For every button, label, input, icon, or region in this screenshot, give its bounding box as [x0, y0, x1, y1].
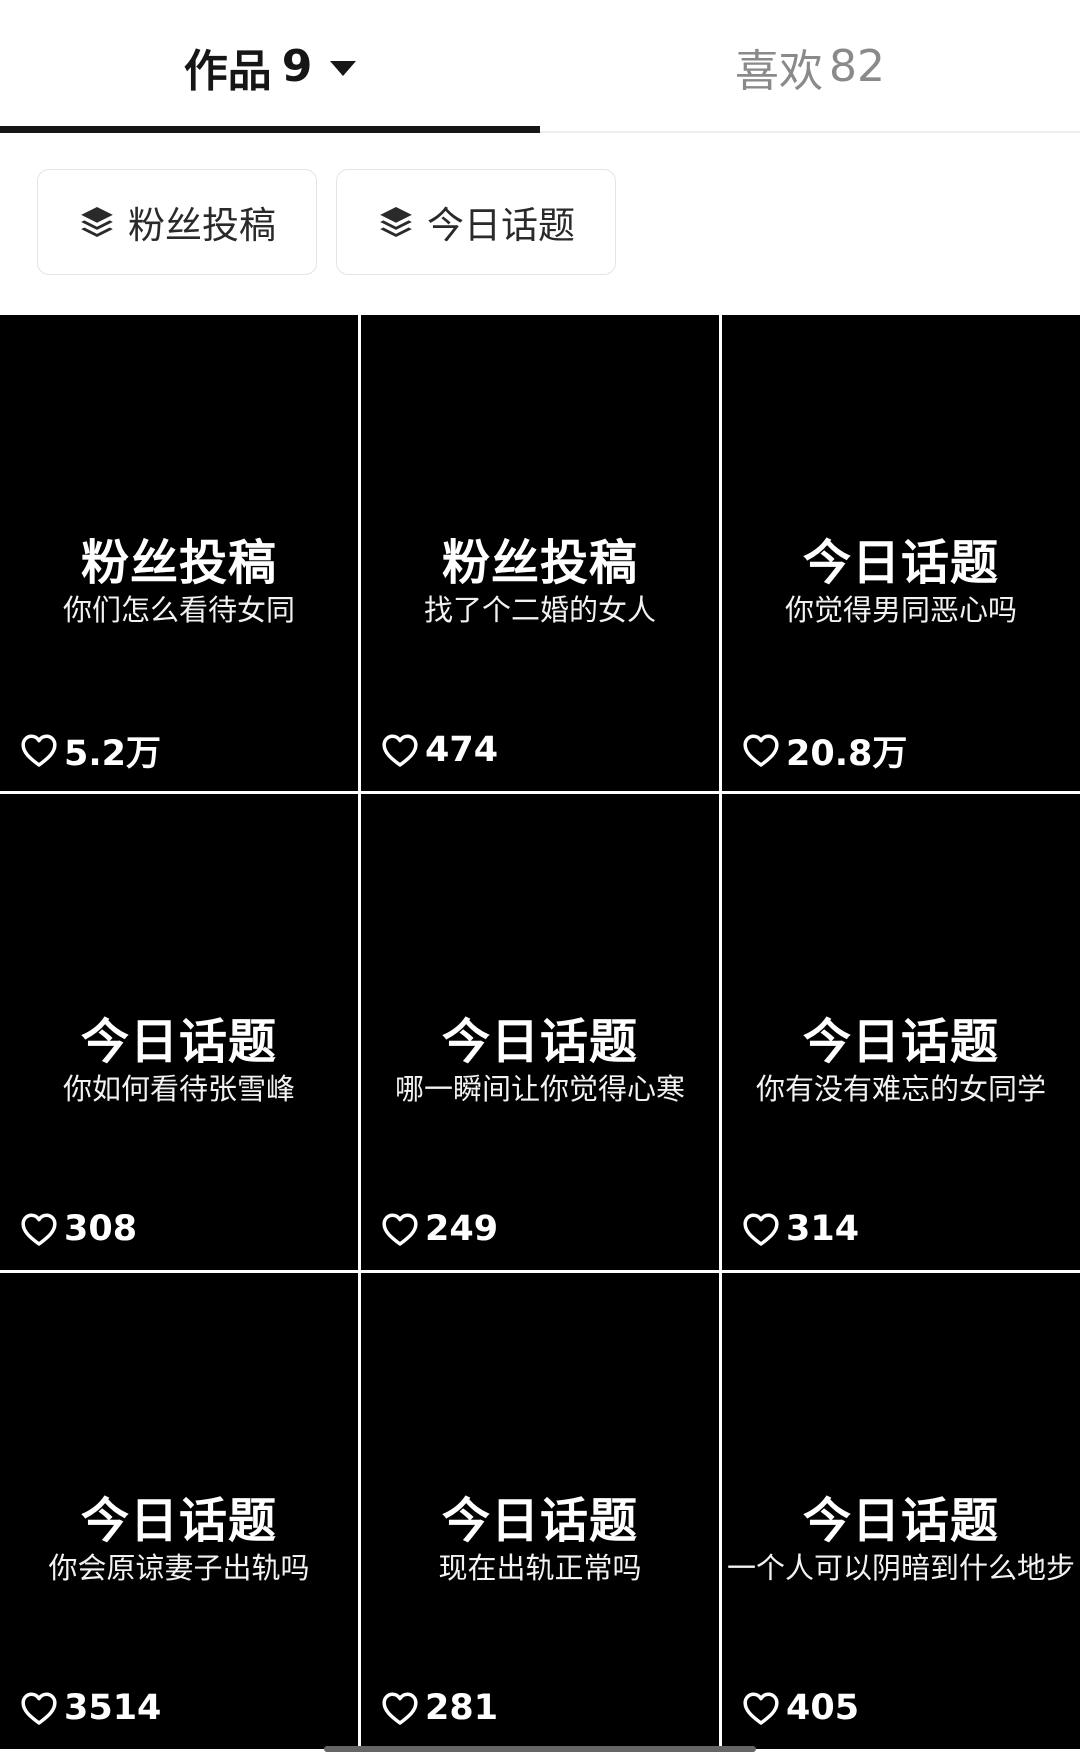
- like-count: 281: [381, 1685, 498, 1731]
- like-count: 314: [742, 1206, 859, 1252]
- video-subtitle: 你觉得男同恶心吗: [784, 593, 1017, 627]
- chip-daily-topic[interactable]: 今日话题: [336, 169, 616, 275]
- like-count-value: 3514: [64, 1688, 162, 1728]
- video-subtitle: 一个人可以阴暗到什么地步: [726, 1551, 1075, 1585]
- like-count: 308: [20, 1206, 137, 1252]
- video-tile[interactable]: 今日话题 你会原谅妻子出轨吗 3514: [0, 1273, 358, 1749]
- video-subtitle: 你们怎么看待女同: [62, 593, 295, 627]
- profile-tabs: 作品 9 喜欢 82: [0, 0, 1080, 133]
- video-subtitle: 你如何看待张雪峰: [62, 1072, 295, 1106]
- layers-icon: [81, 206, 113, 238]
- video-subtitle: 你会原谅妻子出轨吗: [48, 1551, 310, 1585]
- like-count: 5.2万: [20, 727, 162, 774]
- video-tile[interactable]: 今日话题 你如何看待张雪峰 308: [0, 794, 358, 1270]
- like-count-value: 405: [786, 1688, 860, 1728]
- video-tile[interactable]: 粉丝投稿 你们怎么看待女同 5.2万: [0, 315, 358, 791]
- video-tile[interactable]: 今日话题 你有没有难忘的女同学 314: [722, 794, 1080, 1270]
- video-tile[interactable]: 今日话题 现在出轨正常吗 281: [361, 1273, 719, 1749]
- video-title: 今日话题: [80, 1014, 277, 1070]
- video-title: 今日话题: [441, 1493, 638, 1549]
- tab-works[interactable]: 作品 9: [0, 0, 540, 133]
- tab-likes[interactable]: 喜欢 82: [540, 0, 1080, 133]
- caret-down-icon[interactable]: [330, 61, 357, 76]
- video-tile[interactable]: 粉丝投稿 找了个二婚的女人 474: [361, 315, 719, 791]
- video-subtitle: 现在出轨正常吗: [438, 1551, 642, 1585]
- collection-chips: 粉丝投稿 今日话题: [0, 133, 1080, 315]
- video-subtitle: 你有没有难忘的女同学: [755, 1072, 1046, 1106]
- like-count: 249: [381, 1206, 498, 1252]
- scroll-indicator: [324, 1746, 756, 1752]
- video-title: 今日话题: [802, 1493, 999, 1549]
- heart-icon: [743, 734, 779, 767]
- video-subtitle: 找了个二婚的女人: [423, 593, 656, 627]
- like-count-value: 314: [786, 1209, 860, 1249]
- video-grid: 粉丝投稿 你们怎么看待女同 5.2万 粉丝投稿 找了个二婚的女人 474 今日话…: [0, 315, 1080, 1757]
- video-tile[interactable]: 今日话题 哪一瞬间让你觉得心寒 249: [361, 794, 719, 1270]
- video-title: 粉丝投稿: [80, 535, 277, 591]
- tab-likes-count: 82: [829, 41, 885, 92]
- heart-icon: [382, 734, 418, 767]
- video-title: 今日话题: [802, 535, 999, 591]
- heart-icon: [21, 1692, 57, 1725]
- video-title: 今日话题: [80, 1493, 277, 1549]
- like-count-value: 281: [425, 1688, 499, 1728]
- chip-label: 今日话题: [427, 204, 575, 247]
- video-title: 今日话题: [802, 1014, 999, 1070]
- heart-icon: [21, 734, 57, 767]
- video-tile[interactable]: 今日话题 一个人可以阴暗到什么地步 405: [722, 1273, 1080, 1749]
- like-count-value: 474: [425, 730, 499, 770]
- active-tab-indicator: [0, 126, 540, 133]
- like-count-value: 5.2万: [64, 733, 162, 774]
- like-count: 3514: [20, 1685, 161, 1731]
- heart-icon: [382, 1692, 418, 1725]
- like-count-value: 20.8万: [786, 733, 908, 774]
- like-count: 474: [381, 727, 498, 773]
- chip-label: 粉丝投稿: [128, 204, 276, 247]
- like-count-value: 249: [425, 1209, 499, 1249]
- video-tile[interactable]: 今日话题 你觉得男同恶心吗 20.8万: [722, 315, 1080, 791]
- video-title: 粉丝投稿: [441, 535, 638, 591]
- video-subtitle: 哪一瞬间让你觉得心寒: [394, 1072, 685, 1106]
- tab-likes-label: 喜欢: [735, 45, 823, 97]
- heart-icon: [743, 1213, 779, 1246]
- tab-works-count: 9: [281, 41, 313, 92]
- video-title: 今日话题: [441, 1014, 638, 1070]
- tab-works-label: 作品: [183, 45, 272, 97]
- layers-icon: [380, 206, 412, 238]
- like-count-value: 308: [64, 1209, 138, 1249]
- like-count: 405: [742, 1685, 859, 1731]
- heart-icon: [382, 1213, 418, 1246]
- heart-icon: [21, 1213, 57, 1246]
- heart-icon: [743, 1692, 779, 1725]
- chip-fan-submissions[interactable]: 粉丝投稿: [37, 169, 317, 275]
- like-count: 20.8万: [742, 727, 908, 774]
